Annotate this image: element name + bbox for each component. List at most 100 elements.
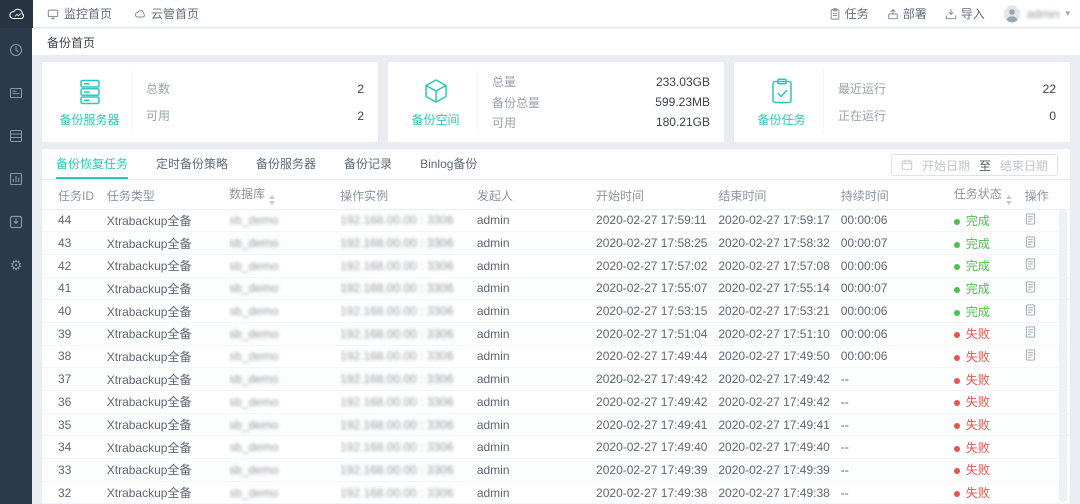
metric-label: 正在运行 [838, 107, 886, 124]
table-scrollbar[interactable] [1059, 209, 1067, 502]
column-header[interactable]: 数据库 [229, 182, 340, 209]
chart-icon [9, 172, 23, 186]
end-time: 2020-02-27 17:53:21 [718, 300, 840, 323]
status-dot-icon [954, 423, 960, 429]
task-type: Xtrabackup全备 [107, 322, 229, 345]
view-log-button[interactable] [1025, 258, 1036, 270]
cloud-icon [134, 8, 146, 20]
duration-value: 00:00:07 [841, 281, 888, 295]
end-time-value: 2020-02-27 17:49:42 [718, 372, 829, 386]
status-label: 失败 [966, 395, 990, 409]
sidebar-item-clock[interactable] [6, 40, 26, 60]
sort-icon[interactable] [269, 195, 275, 205]
column-header: 操作 [1025, 182, 1070, 209]
end-time-value: 2020-02-27 17:49:40 [718, 440, 829, 454]
database-redacted-value: sb_demo [229, 213, 278, 227]
end-time: 2020-02-27 17:49:40 [718, 436, 840, 459]
tab-2[interactable]: 定时备份策略 [156, 149, 228, 179]
sidebar-item-database[interactable] [6, 126, 26, 146]
main-content: 备份服务器总数2可用2备份空间总量233.03GB备份总量599.23MB可用1… [32, 55, 1080, 504]
duration: -- [841, 391, 954, 414]
task-id: 43 [42, 232, 107, 255]
sort-icon[interactable] [1006, 195, 1012, 205]
task-id-value: 36 [58, 395, 71, 409]
task-type: Xtrabackup全备 [107, 232, 229, 255]
task-id-value: 43 [58, 236, 71, 250]
table-row: 38Xtrabackup全备sb_demo192.168.00.00 : 330… [42, 345, 1070, 368]
task-type: Xtrabackup全备 [107, 209, 229, 232]
sidebar-item-chart[interactable] [6, 169, 26, 189]
view-log-button[interactable] [1025, 349, 1036, 361]
top-nav-cloud-home[interactable]: 云管首页 [134, 5, 199, 22]
view-log-button[interactable] [1025, 326, 1036, 338]
action-label: 导入 [961, 5, 985, 22]
task-status: 失败 [954, 481, 1025, 504]
status-label: 完成 [966, 305, 990, 319]
sidebar-item-backup[interactable] [6, 212, 26, 232]
metric-value: 180.21GB [656, 115, 710, 129]
initiator-value: admin [477, 418, 510, 432]
view-log-button[interactable] [1025, 281, 1036, 293]
tab-3[interactable]: 备份服务器 [256, 149, 316, 179]
cube-icon [421, 77, 451, 107]
task-id-value: 39 [58, 327, 71, 341]
tab-5[interactable]: Binlog备份 [420, 149, 477, 179]
date-range-picker[interactable]: 开始日期 至 结束日期 [891, 154, 1058, 176]
column-label: 结束时间 [718, 189, 766, 203]
start-time: 2020-02-27 17:49:41 [596, 413, 718, 436]
card-metrics: 总量233.03GB备份总量599.23MB可用180.21GB [492, 70, 710, 134]
sidebar-item-host[interactable] [6, 83, 26, 103]
status-label: 失败 [966, 327, 990, 341]
tab-4[interactable]: 备份记录 [344, 149, 392, 179]
initiator: admin [477, 232, 596, 255]
card-title: 备份空间 [411, 111, 459, 128]
end-time-value: 2020-02-27 17:49:39 [718, 463, 829, 477]
column-header[interactable]: 任务状态 [954, 182, 1025, 209]
end-time-value: 2020-02-27 17:49:41 [718, 418, 829, 432]
task-status: 失败 [954, 345, 1025, 368]
tab-1[interactable]: 备份恢复任务 [56, 149, 128, 179]
task-id-value: 32 [58, 486, 71, 500]
duration-value: 00:00:06 [841, 304, 888, 318]
action-tasks[interactable]: 任务 [829, 5, 869, 22]
duration-value: -- [841, 395, 849, 409]
task-type: Xtrabackup全备 [107, 391, 229, 414]
backup-icon [9, 215, 23, 229]
action-deploy[interactable]: 部署 [887, 5, 927, 22]
instance-redacted: 192.168.00.00 : 3306 [340, 345, 477, 368]
view-log-button[interactable] [1025, 236, 1036, 248]
task-status: 失败 [954, 368, 1025, 391]
start-time-value: 2020-02-27 17:53:15 [596, 304, 707, 318]
column-header: 开始时间 [596, 182, 718, 209]
start-time: 2020-02-27 17:53:15 [596, 300, 718, 323]
initiator-value: admin [477, 372, 510, 386]
status-label: 完成 [966, 282, 990, 296]
metric-label: 最近运行 [838, 80, 886, 97]
top-nav-monitor-home[interactable]: 监控首页 [47, 5, 112, 22]
instance-redacted-value: 192.168.00.00 : 3306 [340, 281, 453, 295]
database-redacted: sb_demo [229, 436, 340, 459]
status-dot-icon [954, 242, 960, 248]
task-type: Xtrabackup全备 [107, 481, 229, 504]
nav-label: 监控首页 [64, 5, 112, 22]
database-redacted-value: sb_demo [229, 304, 278, 318]
action-import[interactable]: 导入 [945, 5, 985, 22]
start-time-value: 2020-02-27 17:57:02 [596, 259, 707, 273]
user-menu[interactable]: admin ▾ [1003, 5, 1070, 23]
view-log-button[interactable] [1025, 304, 1036, 316]
end-time-value: 2020-02-27 17:53:21 [718, 304, 829, 318]
host-icon [9, 86, 23, 100]
view-log-button[interactable] [1025, 213, 1036, 225]
metric-row: 总数2 [146, 80, 364, 97]
table-row: 41Xtrabackup全备sb_demo192.168.00.00 : 330… [42, 277, 1070, 300]
status-dot-icon [954, 446, 960, 452]
instance-redacted: 192.168.00.00 : 3306 [340, 322, 477, 345]
column-header: 任务ID [42, 182, 107, 209]
duration: 00:00:06 [841, 300, 954, 323]
task-status: 失败 [954, 436, 1025, 459]
start-time-value: 2020-02-27 17:49:39 [596, 463, 707, 477]
user-avatar [1003, 5, 1021, 23]
duration-value: 00:00:06 [841, 349, 888, 363]
sidebar-item-gear[interactable]: ⚙ [6, 255, 26, 275]
app-logo[interactable] [0, 0, 33, 28]
